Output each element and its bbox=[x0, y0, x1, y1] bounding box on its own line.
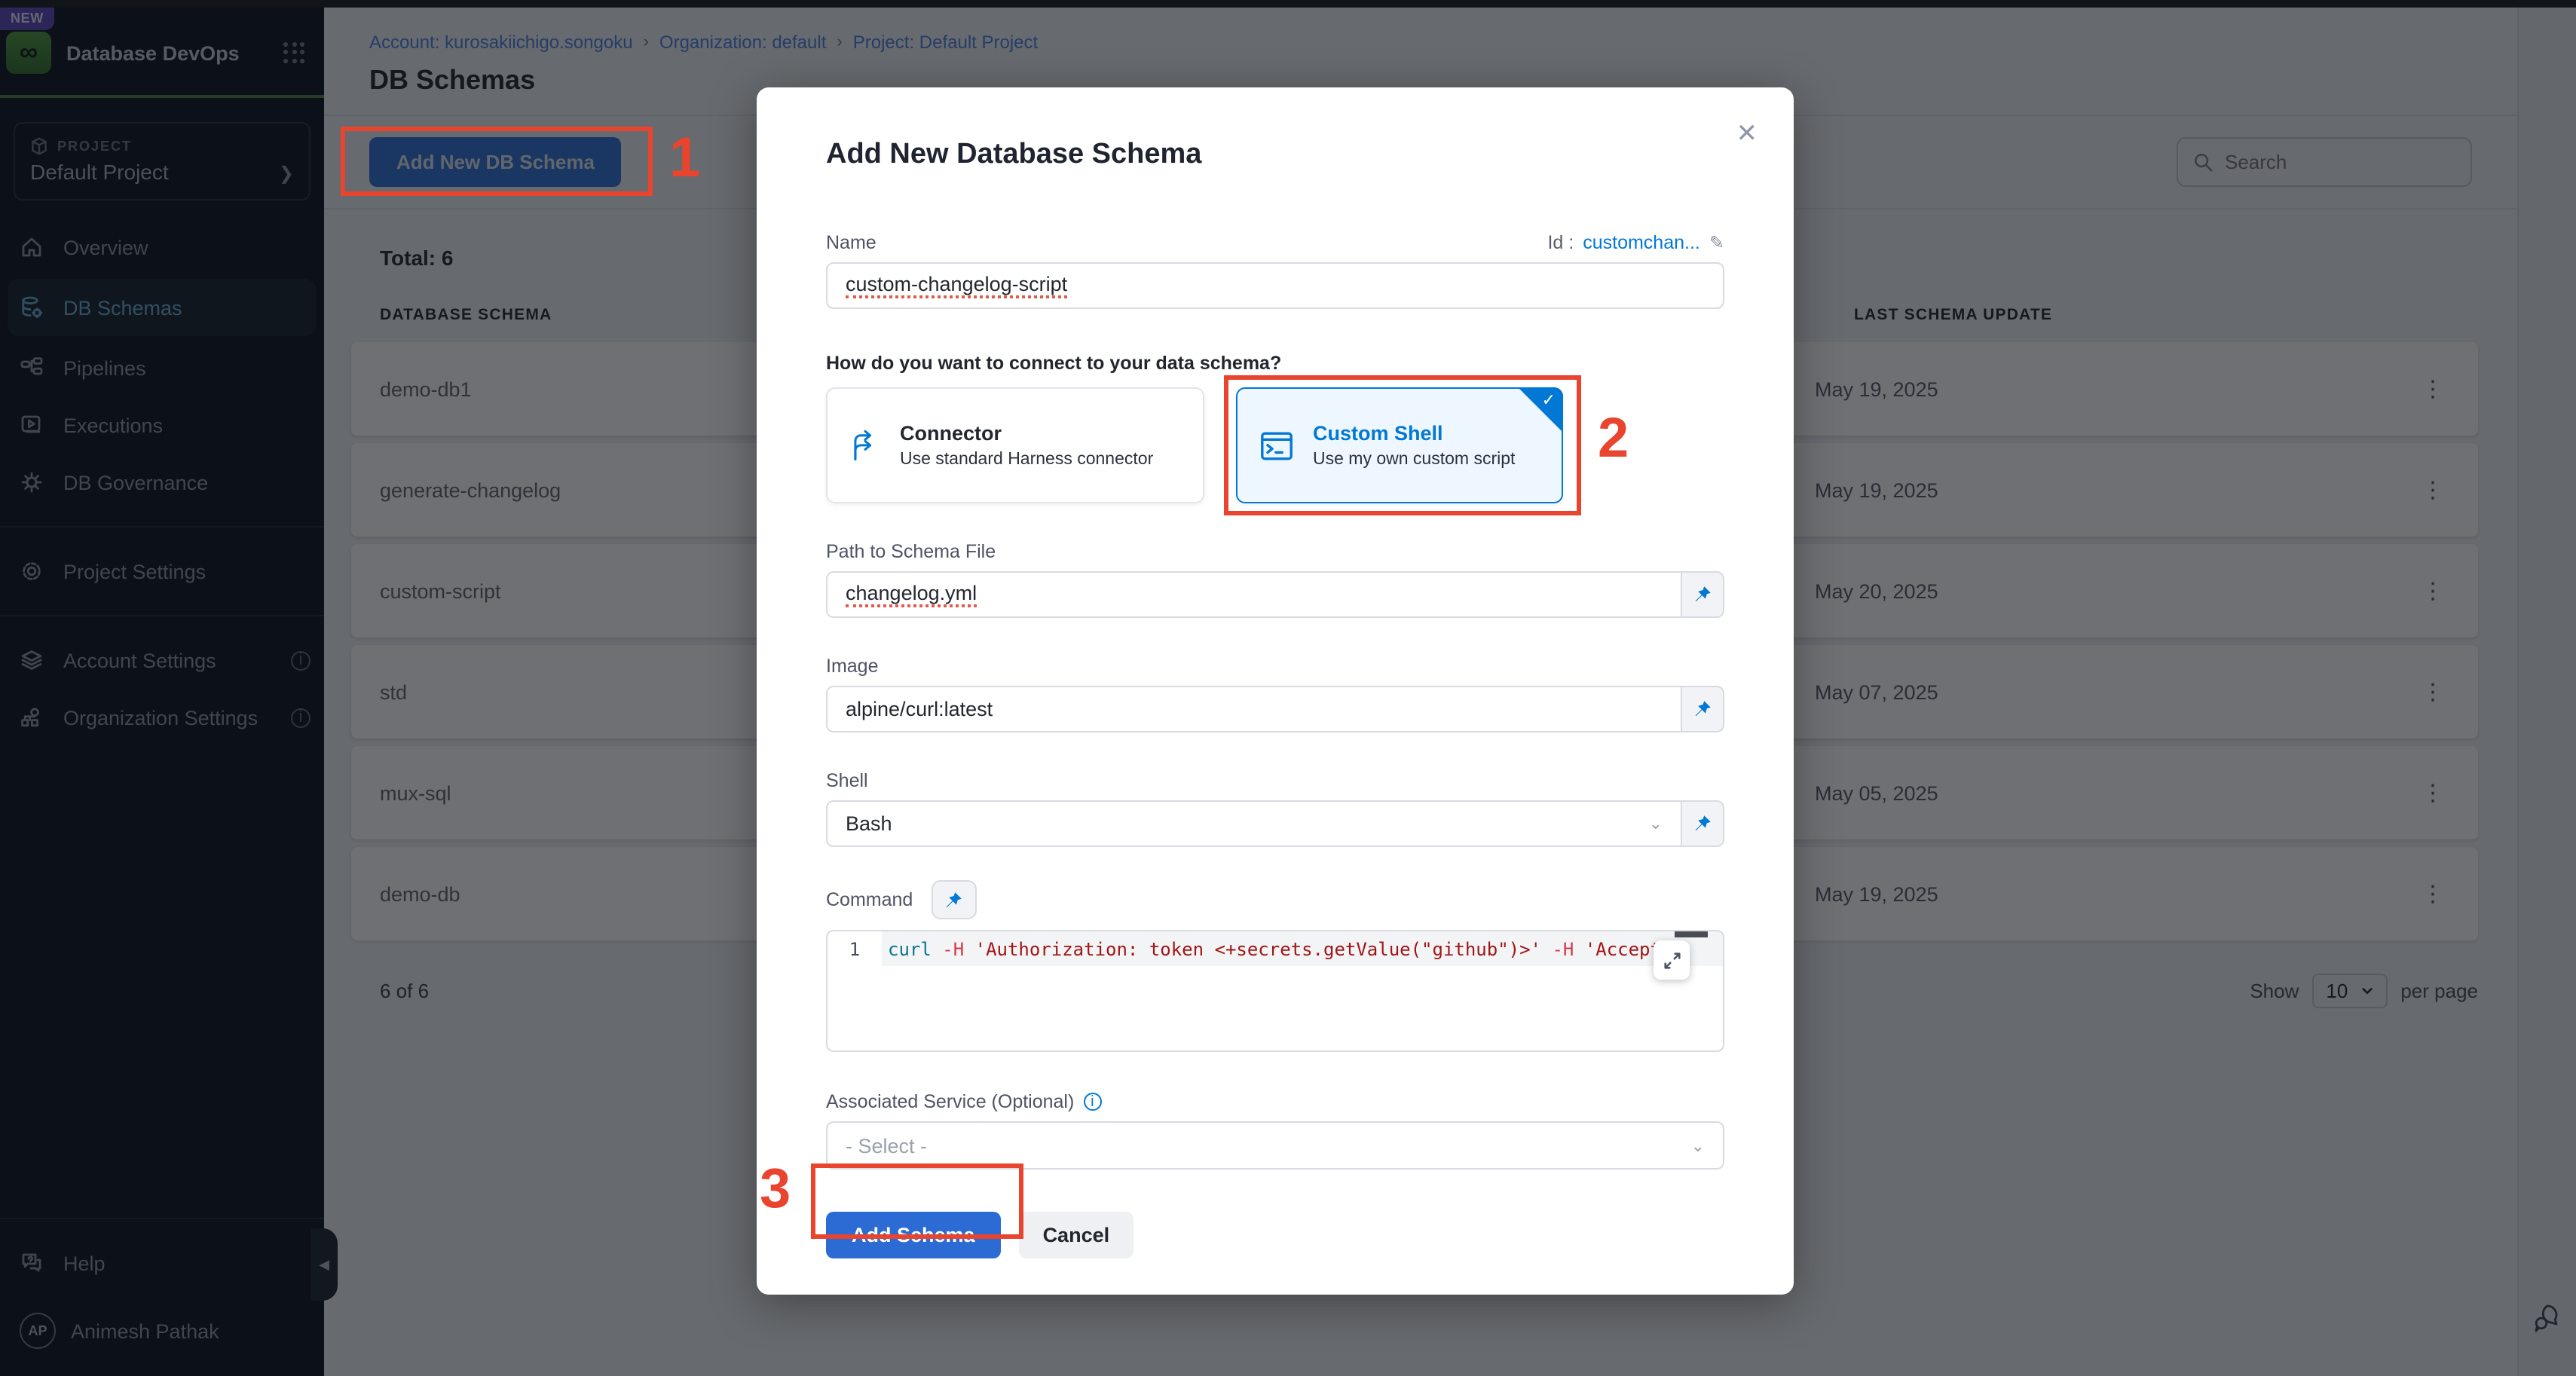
annotation-number-3: 3 bbox=[760, 1157, 791, 1221]
connector-title: Connector bbox=[900, 422, 1153, 445]
annotation-box-3 bbox=[811, 1163, 1023, 1239]
add-schema-modal: ✕ Add New Database Schema Name Id : cust… bbox=[757, 87, 1794, 1295]
shell-label: Shell bbox=[826, 770, 1724, 791]
image-label: Image bbox=[826, 656, 1724, 677]
connector-icon bbox=[849, 427, 882, 463]
annotation-box-2 bbox=[1224, 375, 1581, 515]
pin-icon[interactable] bbox=[1682, 686, 1724, 732]
shell-select[interactable]: Bash ⌄ bbox=[826, 800, 1682, 847]
modal-title: Add New Database Schema bbox=[826, 139, 1724, 172]
path-label: Path to Schema File bbox=[826, 541, 1724, 562]
schema-id: Id : customchan... ✎ bbox=[1547, 232, 1724, 253]
id-prefix: Id : bbox=[1547, 232, 1574, 253]
connector-subtitle: Use standard Harness connector bbox=[900, 451, 1153, 469]
name-label: Name bbox=[826, 232, 877, 253]
code-line: curl -H 'Authorization: token <+secrets.… bbox=[882, 931, 1723, 966]
chevron-down-icon: ⌄ bbox=[1649, 814, 1663, 833]
path-input[interactable]: changelog.yml bbox=[826, 571, 1682, 618]
annotation-number-2: 2 bbox=[1598, 407, 1629, 470]
pin-icon[interactable] bbox=[1682, 571, 1724, 618]
line-number: 1 bbox=[828, 931, 882, 966]
command-code-editor[interactable]: 1 curl -H 'Authorization: token <+secret… bbox=[826, 930, 1724, 1052]
command-label: Command bbox=[826, 889, 913, 910]
info-icon: i bbox=[1083, 1093, 1101, 1111]
pin-icon[interactable] bbox=[931, 880, 976, 919]
app-root: NEW ∞ Database DevOps PROJECT Default Pr… bbox=[0, 0, 2576, 1376]
id-value: customchan... bbox=[1583, 232, 1700, 253]
name-input[interactable]: custom-changelog-script bbox=[826, 262, 1724, 309]
cancel-button[interactable]: Cancel bbox=[1019, 1212, 1134, 1258]
editor-scrollbar[interactable] bbox=[1675, 931, 1708, 937]
connector-option-card[interactable]: Connector Use standard Harness connector bbox=[826, 387, 1204, 503]
associated-service-select[interactable]: - Select - ⌄ bbox=[826, 1121, 1724, 1170]
annotation-box-1 bbox=[341, 127, 653, 196]
expand-editor-icon[interactable] bbox=[1654, 940, 1690, 980]
connect-question: How do you want to connect to your data … bbox=[826, 353, 1724, 374]
image-input[interactable]: alpine/curl:latest bbox=[826, 686, 1682, 732]
close-icon[interactable]: ✕ bbox=[1736, 121, 1758, 146]
chevron-down-icon: ⌄ bbox=[1691, 1136, 1705, 1155]
edit-pencil-icon[interactable]: ✎ bbox=[1709, 232, 1724, 253]
annotation-number-1: 1 bbox=[669, 127, 700, 190]
pin-icon[interactable] bbox=[1682, 800, 1724, 847]
associated-service-label: Associated Service (Optional) bbox=[826, 1091, 1074, 1112]
